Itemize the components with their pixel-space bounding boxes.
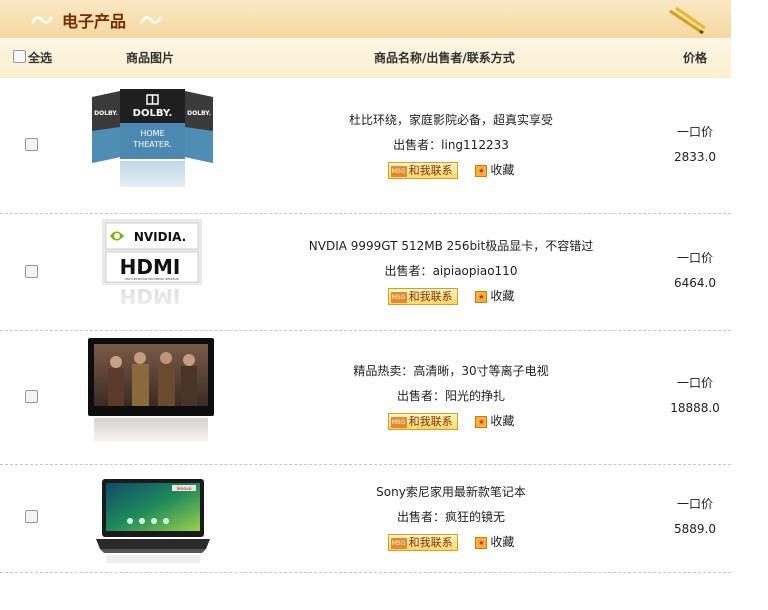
row-checkbox[interactable] (25, 510, 38, 523)
product-row: 精品热卖：高清晰，30寸等离子电视 出售者：阳光的挣扎 MSG 和我联系 ★ 收藏 … (0, 331, 731, 465)
price-cell: 一口价 5889.0 (660, 492, 730, 542)
svg-text:DOLBY.: DOLBY. (133, 108, 173, 119)
favorite-button[interactable]: ★ 收藏 (475, 284, 514, 309)
price-type: 一口价 (676, 497, 713, 511)
product-image[interactable] (88, 338, 214, 448)
plasma-tv-icon (88, 338, 214, 448)
contact-seller-button[interactable]: MSG 和我联系 (387, 413, 458, 430)
select-all-checkbox[interactable] (13, 50, 26, 63)
seller-label: 出售者： (393, 138, 442, 152)
price-value: 2833.0 (674, 150, 716, 164)
section-title: 电子产品 (62, 12, 127, 31)
contact-seller-button[interactable]: MSG 和我联系 (387, 288, 458, 305)
price-cell: 一口价 6464.0 (660, 246, 730, 296)
seller-name: 疯狂的镜无 (445, 510, 506, 524)
price-type: 一口价 (676, 376, 713, 390)
seller-name: aipiaopiao110 (432, 264, 518, 278)
product-info: 精品热卖：高清晰，30寸等离子电视 出售者：阳光的挣扎 MSG 和我联系 ★ 收藏 (270, 359, 632, 434)
svg-text:THEATER.: THEATER. (132, 140, 172, 149)
svg-text:lenovo: lenovo (176, 486, 191, 492)
favorite-button[interactable]: ★ 收藏 (475, 409, 514, 434)
seller-name: 阳光的挣扎 (445, 389, 506, 403)
favorite-icon: ★ (475, 164, 488, 177)
select-all-label: 全选 (28, 51, 53, 65)
price-cell: 一口价 2833.0 (660, 120, 730, 170)
svg-text:HIGH-DEFINITION MULTIMEDIA INT: HIGH-DEFINITION MULTIMEDIA INTERFACE (125, 277, 180, 281)
price-type: 一口价 (676, 125, 713, 139)
product-info: NVDIA 9999GT 512MB 256bit极品显卡，不容错过 出售者：a… (270, 234, 632, 309)
product-info: Sony索尼家用最新款笔记本 出售者：疯狂的镜无 MSG 和我联系 ★ 收藏 (270, 480, 632, 555)
product-row: NVIDIA. HDMI HIGH-DEFINITION MULTIMEDIA … (0, 214, 731, 331)
product-info: 杜比环绕，家庭影院必备，超真实享受 出售者：ling112233 MSG 和我联系… (270, 108, 632, 183)
favorite-icon: ★ (475, 536, 488, 549)
product-image[interactable]: DOLBY. HOME THEATER. DOLBY. DOLBY. (92, 85, 213, 205)
seller-label: 出售者： (396, 389, 445, 403)
message-icon: MSG (390, 537, 407, 549)
product-row: lenovo Sony索尼家用最新款笔记本 出售者：疯狂的镜无 MSG 和我联系 … (0, 465, 731, 573)
row-checkbox[interactable] (25, 138, 38, 151)
price-column-header: 价格 (683, 51, 708, 65)
favorite-button[interactable]: ★ 收藏 (475, 158, 514, 183)
product-panel: 电子产品 全选 商品图片 商品名称/出售者/联系方式 价格 DOLBY. HOM… (0, 0, 731, 610)
info-column-header: 商品名称/出售者/联系方式 (374, 51, 515, 65)
product-name: NVDIA 9999GT 512MB 256bit极品显卡，不容错过 (308, 239, 594, 253)
contact-seller-button[interactable]: MSG 和我联系 (387, 534, 458, 551)
favorite-button[interactable]: ★ 收藏 (475, 530, 514, 555)
dolby-logo-icon: DOLBY. HOME THEATER. DOLBY. DOLBY. (92, 85, 213, 205)
product-image[interactable]: lenovo (92, 477, 214, 563)
row-checkbox[interactable] (25, 265, 38, 278)
product-image[interactable]: NVIDIA. HDMI HIGH-DEFINITION MULTIMEDIA … (102, 219, 202, 325)
seller-label: 出售者： (396, 510, 445, 524)
price-type: 一口价 (676, 251, 713, 265)
price-cell: 一口价 18888.0 (660, 371, 730, 421)
image-column-header: 商品图片 (126, 51, 175, 65)
pencil-icon (669, 6, 706, 34)
favorite-icon: ★ (475, 290, 488, 303)
product-name: 精品热卖：高清晰，30寸等离子电视 (353, 364, 549, 378)
product-name: 杜比环绕，家庭影院必备，超真实享受 (348, 113, 553, 127)
nvidia-hdmi-logo-icon: NVIDIA. HDMI HIGH-DEFINITION MULTIMEDIA … (102, 219, 202, 325)
svg-text:NVIDIA.: NVIDIA. (134, 230, 186, 244)
laptop-icon: lenovo (92, 477, 214, 563)
favorite-icon: ★ (475, 415, 488, 428)
price-value: 5889.0 (674, 522, 716, 536)
contact-seller-button[interactable]: MSG 和我联系 (387, 162, 458, 179)
ornament-left-icon (30, 16, 54, 24)
ornament-right-icon (139, 16, 163, 24)
product-row: DOLBY. HOME THEATER. DOLBY. DOLBY. 杜比环绕，… (0, 78, 731, 214)
svg-text:HDMI: HDMI (120, 255, 181, 279)
price-value: 18888.0 (670, 401, 720, 415)
row-checkbox[interactable] (25, 390, 38, 403)
svg-text:HOME: HOME (140, 129, 164, 138)
price-value: 6464.0 (674, 276, 716, 290)
message-icon: MSG (390, 416, 407, 428)
table-header: 全选 商品图片 商品名称/出售者/联系方式 价格 (0, 38, 731, 78)
svg-text:DOLBY.: DOLBY. (187, 110, 211, 117)
section-title-bar: 电子产品 (0, 0, 731, 38)
svg-text:DOLBY.: DOLBY. (94, 110, 118, 117)
seller-label: 出售者： (384, 264, 433, 278)
message-icon: MSG (390, 291, 407, 303)
product-name: Sony索尼家用最新款笔记本 (376, 485, 526, 499)
message-icon: MSG (390, 165, 407, 177)
seller-name: ling112233 (441, 138, 509, 152)
